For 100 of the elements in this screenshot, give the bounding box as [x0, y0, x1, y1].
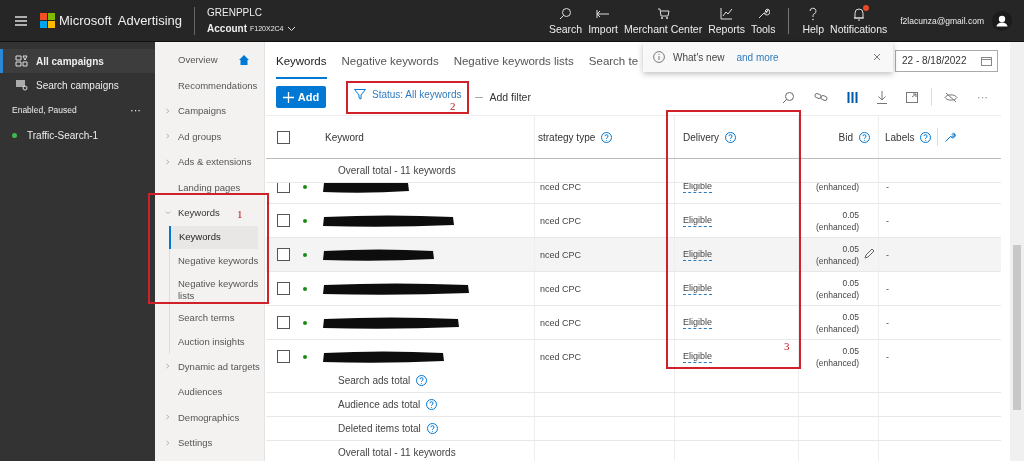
delivery-status[interactable]: Eligible [683, 248, 713, 261]
page-nav-item[interactable]: Campaigns [155, 98, 231, 124]
bid-note: (enhanced) [816, 183, 859, 193]
help-icon[interactable] [426, 399, 438, 410]
page-nav-item[interactable]: Settings [155, 430, 217, 456]
annotation-number: 3 [784, 340, 790, 352]
top-bar-button[interactable]: Help [799, 6, 828, 35]
chevron-down-icon[interactable] [286, 25, 296, 32]
help-icon[interactable] [920, 131, 932, 143]
page-nav-item[interactable]: Search terms [170, 306, 264, 330]
notice-link[interactable]: and more [736, 51, 779, 63]
tab[interactable]: Negative keywords lists [453, 42, 574, 79]
tools-icon [756, 6, 770, 21]
plus-icon [282, 91, 294, 103]
edit-icon[interactable] [864, 248, 875, 259]
tab[interactable]: Keywords [276, 42, 327, 79]
page-nav-item[interactable]: Dynamic ad targets [155, 353, 264, 379]
grid-icon [15, 55, 28, 67]
page-nav-item[interactable]: Auction insights [170, 330, 264, 354]
table-cell: - [886, 351, 889, 362]
help-icon[interactable] [859, 131, 870, 143]
logo-icon [40, 13, 55, 28]
date-range-field[interactable]: 22 - 8/18/2022 [895, 49, 998, 72]
menu-icon[interactable] [15, 15, 27, 26]
column-header[interactable]: Delivery [683, 131, 720, 143]
page-nav-item[interactable]: Audiences [155, 379, 227, 405]
help-icon[interactable] [725, 131, 737, 143]
add-button[interactable]: Add [276, 86, 326, 108]
page-nav-item[interactable]: Negative keywords lists [170, 272, 264, 307]
calendar-icon[interactable] [981, 55, 992, 66]
checkbox[interactable] [277, 282, 290, 295]
delivery-status[interactable]: Eligible [683, 316, 713, 329]
help-icon[interactable] [416, 375, 428, 386]
campaign-item[interactable]: Traffic-Search-1 [27, 129, 99, 141]
checkbox[interactable] [277, 248, 290, 261]
page-nav-item[interactable]: Recommendations [155, 72, 262, 98]
campaign-nav-item[interactable]: Search campaigns [0, 73, 155, 97]
column-header[interactable]: Keyword [325, 131, 364, 143]
column-header[interactable]: strategy type [538, 131, 596, 143]
status-dot [12, 132, 17, 138]
filter-label: Enabled, Paused [12, 105, 77, 115]
campaign-icon [15, 79, 28, 91]
total-label: Audience ads total [338, 399, 421, 410]
table-cell: - [886, 249, 889, 260]
column-header[interactable]: Labels [885, 131, 915, 143]
tab[interactable]: Negative keywords [341, 42, 439, 79]
page-nav-item[interactable]: Keywords [155, 200, 224, 226]
wrench-icon[interactable] [944, 131, 957, 143]
scrollbar[interactable] [1010, 42, 1024, 461]
hide-icon[interactable] [944, 91, 958, 103]
columns-icon[interactable] [847, 91, 858, 103]
bid-note: (enhanced) [816, 356, 859, 369]
account-label: Account [207, 23, 248, 34]
top-bar-button[interactable]: Tools [747, 6, 779, 35]
info-icon [653, 51, 666, 63]
checkbox[interactable] [277, 350, 290, 363]
more-button[interactable]: ··· [130, 104, 141, 116]
search-icon[interactable] [782, 90, 795, 104]
page-nav-item[interactable]: Negative keywords [170, 249, 264, 273]
page-nav-item[interactable]: Ad groups [155, 123, 226, 149]
page-nav-item[interactable]: Demographics [155, 404, 244, 430]
top-bar-button[interactable]: Reports [705, 6, 748, 35]
page-nav-item[interactable]: Overview [155, 47, 264, 73]
chevron-icon [165, 413, 171, 422]
page-nav-item[interactable]: Keywords [169, 225, 258, 249]
expand-icon[interactable] [906, 91, 918, 103]
top-bar-button[interactable]: Notifications [827, 6, 891, 35]
checkbox[interactable] [277, 183, 290, 193]
page-nav-item[interactable]: Landing pages [155, 174, 245, 200]
tab[interactable]: Search te [588, 42, 639, 79]
cart-icon [656, 6, 670, 21]
checkbox[interactable] [277, 214, 290, 227]
page-nav-item[interactable]: Ads & extensions [155, 149, 256, 175]
help-icon[interactable] [426, 423, 438, 434]
brand-name: Microsoft [59, 13, 112, 28]
help-icon[interactable] [601, 131, 613, 143]
delivery-status[interactable]: Eligible [683, 282, 713, 295]
add-filter-button[interactable]: Add filter [489, 91, 531, 103]
checkbox[interactable] [277, 316, 290, 329]
download-icon[interactable] [877, 90, 887, 104]
top-bar-button[interactable]: Search [545, 6, 586, 35]
table-cell: nced CPC [540, 317, 582, 328]
chevron-icon [165, 208, 171, 217]
checkbox[interactable] [277, 130, 290, 144]
top-bar-button[interactable]: Import [585, 6, 621, 35]
avatar-icon[interactable] [992, 10, 1012, 31]
bid-note: (enhanced) [816, 288, 859, 301]
campaign-nav-item[interactable]: All campaigns [0, 49, 155, 73]
bid-note: (enhanced) [816, 254, 859, 267]
total-label: Deleted items total [338, 423, 421, 434]
more-button[interactable]: ··· [977, 91, 988, 103]
table-cell: nced CPC [540, 283, 582, 294]
notice-text: What's new [673, 51, 725, 63]
link-icon[interactable] [814, 92, 828, 102]
total-label: Search ads total [338, 375, 411, 386]
top-bar-button[interactable]: Merchant Center [620, 6, 706, 35]
column-header[interactable]: Bid [838, 131, 853, 143]
delivery-status[interactable]: Eligible [683, 350, 713, 363]
close-icon[interactable] [873, 53, 882, 61]
delivery-status[interactable]: Eligible [683, 214, 713, 227]
